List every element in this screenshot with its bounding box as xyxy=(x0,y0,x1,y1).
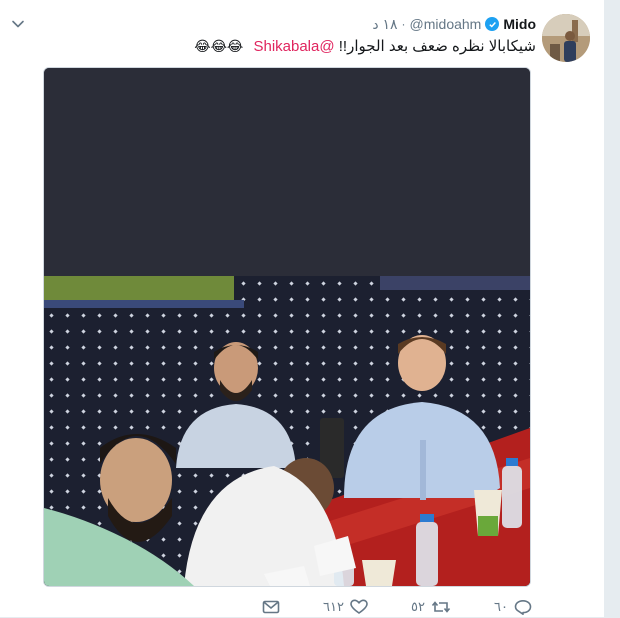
photo-illustration xyxy=(44,68,530,586)
chevron-down-icon[interactable] xyxy=(10,16,26,32)
reply-icon[interactable] xyxy=(514,599,532,615)
reply-count: ٦٠ xyxy=(494,599,508,614)
author-handle[interactable]: @midoahm xyxy=(410,16,482,32)
tweet-photo[interactable] xyxy=(43,67,531,587)
envelope-icon[interactable] xyxy=(262,599,280,615)
avatar[interactable] xyxy=(542,14,590,62)
author-name[interactable]: Mido xyxy=(503,16,536,32)
separator-dot: · xyxy=(401,17,406,31)
page-background xyxy=(604,0,620,617)
mention-link[interactable]: @Shikabala xyxy=(253,38,334,55)
retweet-icon[interactable] xyxy=(431,599,451,615)
tweet-text: شيكابالا نظره ضعف بعد الجوار!! @Shikabal… xyxy=(40,36,536,57)
like-count: ٦١٢ xyxy=(323,599,344,614)
emoji-group: 😂😂😂 xyxy=(194,38,244,54)
verified-badge-icon xyxy=(485,17,500,31)
reply-action[interactable]: ٦٠ xyxy=(494,599,532,615)
retweet-action[interactable]: ٥٢ xyxy=(411,599,451,615)
tweet-body: شيكابالا نظره ضعف بعد الجوار!! xyxy=(338,38,536,55)
tweet-timestamp[interactable]: ١٨ د xyxy=(372,16,397,33)
heart-icon[interactable] xyxy=(350,599,368,615)
tweet-actions: ٦١٢ ٥٢ ٦٠ xyxy=(262,596,532,618)
tweet-header: ١٨ د · @midoahm Mido xyxy=(372,14,536,34)
like-action[interactable]: ٦١٢ xyxy=(323,599,368,615)
message-action[interactable] xyxy=(262,599,280,615)
tweet-card[interactable]: ١٨ د · @midoahm Mido شيكابالا نظره ضعف ب… xyxy=(0,0,605,617)
retweet-count: ٥٢ xyxy=(411,599,425,614)
